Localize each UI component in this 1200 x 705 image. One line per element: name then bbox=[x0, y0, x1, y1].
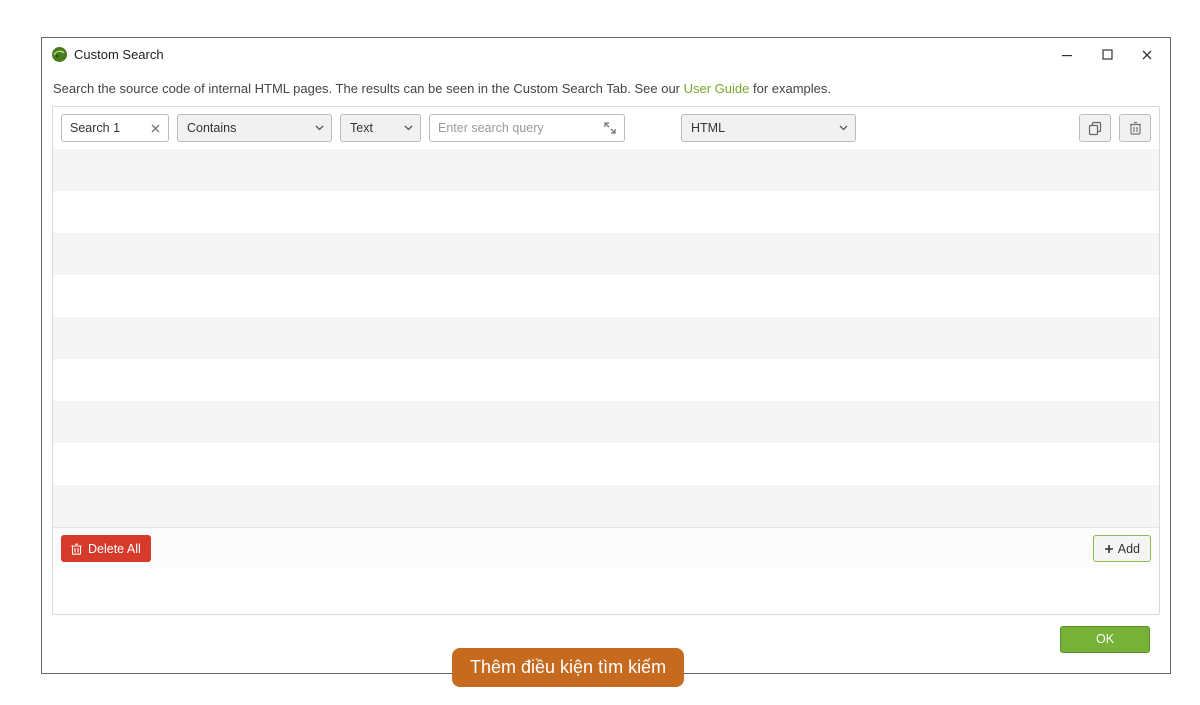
description-after: for examples. bbox=[749, 81, 831, 96]
empty-row bbox=[53, 443, 1159, 485]
delete-row-button[interactable] bbox=[1119, 114, 1151, 142]
duplicate-button[interactable] bbox=[1079, 114, 1111, 142]
empty-row bbox=[53, 191, 1159, 233]
user-guide-link[interactable]: User Guide bbox=[684, 81, 750, 96]
maximize-button[interactable] bbox=[1098, 46, 1116, 64]
search-name-value: Search 1 bbox=[70, 121, 148, 135]
clear-name-icon[interactable] bbox=[148, 121, 162, 135]
search-target-select[interactable]: HTML bbox=[681, 114, 856, 142]
titlebar: Custom Search bbox=[42, 38, 1170, 71]
delete-all-button[interactable]: Delete All bbox=[61, 535, 151, 562]
chevron-down-icon bbox=[837, 122, 849, 134]
search-name-input[interactable]: Search 1 bbox=[61, 114, 169, 142]
description-text: Search the source code of internal HTML … bbox=[52, 79, 1160, 106]
search-target-value: HTML bbox=[691, 121, 837, 135]
search-query-field[interactable] bbox=[438, 121, 602, 135]
custom-search-window: Custom Search Search the source code of … bbox=[41, 37, 1171, 674]
chevron-down-icon bbox=[313, 122, 325, 134]
search-type-value: Text bbox=[350, 121, 402, 135]
delete-all-label: Delete All bbox=[88, 542, 141, 556]
add-label: Add bbox=[1118, 542, 1140, 556]
content-area: Search the source code of internal HTML … bbox=[42, 71, 1170, 673]
search-row: Search 1 Contains Text bbox=[53, 107, 1159, 149]
empty-row bbox=[53, 485, 1159, 527]
empty-row bbox=[53, 275, 1159, 317]
match-mode-value: Contains bbox=[187, 121, 313, 135]
minimize-button[interactable] bbox=[1058, 46, 1076, 64]
empty-row bbox=[53, 149, 1159, 191]
search-query-input[interactable] bbox=[429, 114, 625, 142]
description-before: Search the source code of internal HTML … bbox=[53, 81, 684, 96]
window-controls bbox=[1058, 46, 1162, 64]
close-button[interactable] bbox=[1138, 46, 1156, 64]
ok-button[interactable]: OK bbox=[1060, 626, 1150, 653]
search-type-select[interactable]: Text bbox=[340, 114, 421, 142]
list-footer: Delete All Add bbox=[53, 527, 1159, 569]
chevron-down-icon bbox=[402, 122, 414, 134]
match-mode-select[interactable]: Contains bbox=[177, 114, 332, 142]
window-title: Custom Search bbox=[74, 47, 1058, 62]
plus-icon bbox=[1104, 544, 1114, 554]
app-icon bbox=[50, 46, 68, 64]
trash-icon bbox=[71, 543, 82, 555]
search-list-panel: Search 1 Contains Text bbox=[52, 106, 1160, 615]
empty-row bbox=[53, 233, 1159, 275]
add-button[interactable]: Add bbox=[1093, 535, 1151, 562]
empty-row bbox=[53, 359, 1159, 401]
empty-row bbox=[53, 317, 1159, 359]
annotation-tooltip: Thêm điều kiện tìm kiếm bbox=[452, 648, 684, 687]
expand-icon[interactable] bbox=[602, 120, 618, 136]
empty-row bbox=[53, 401, 1159, 443]
